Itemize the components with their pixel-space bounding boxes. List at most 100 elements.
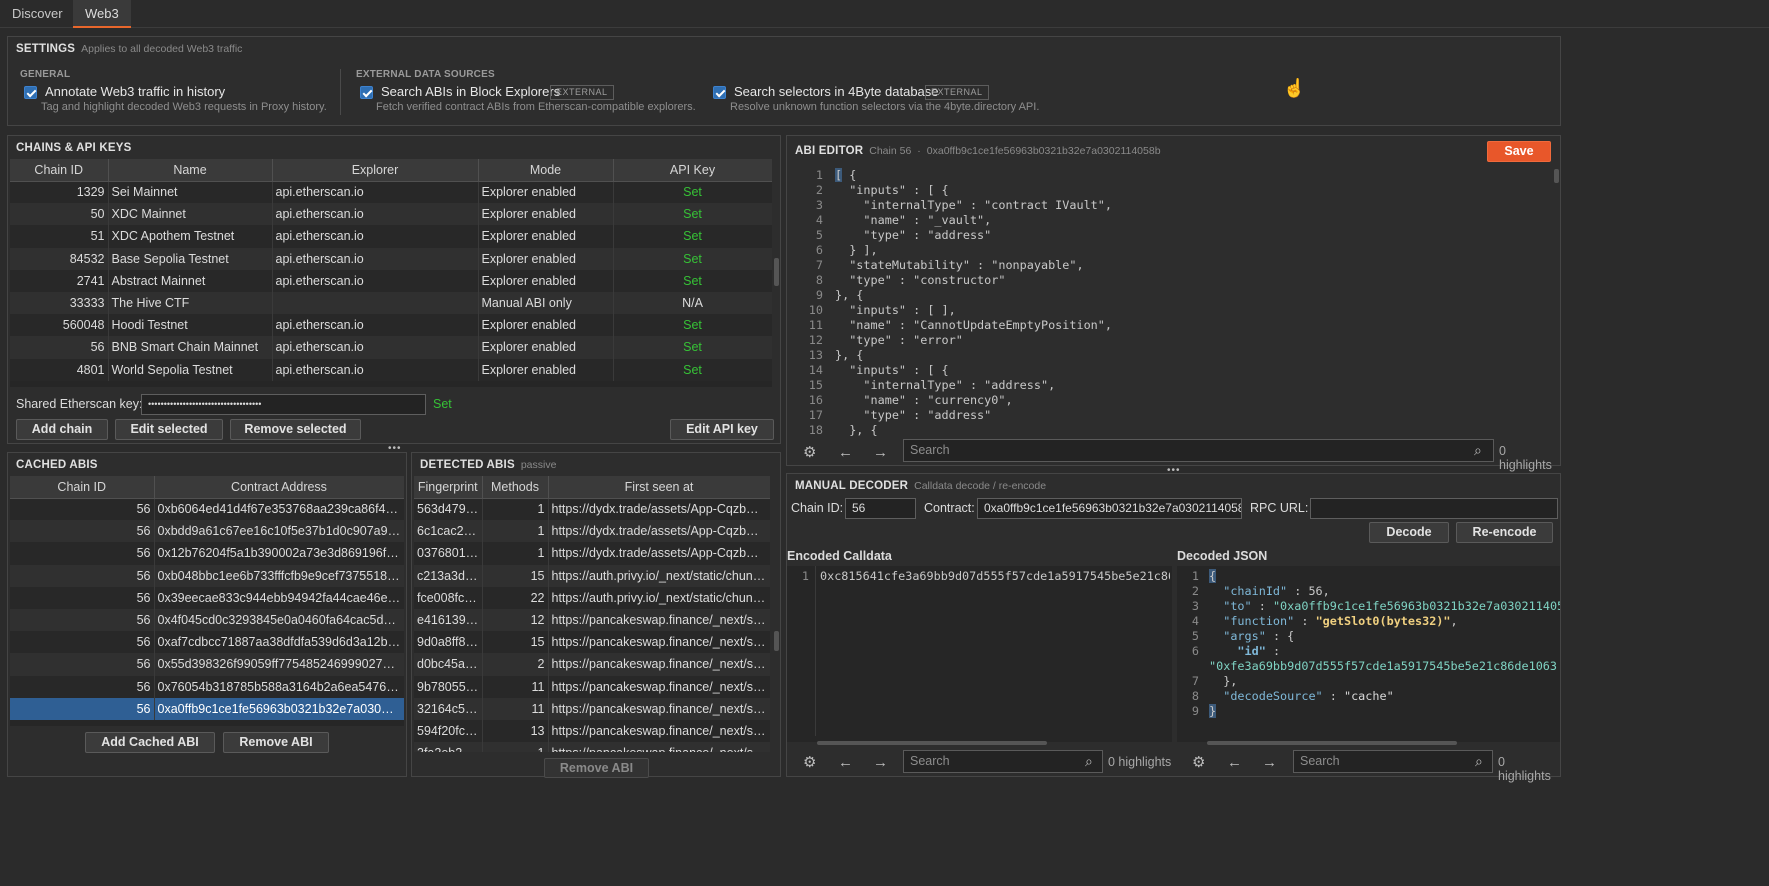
column-header[interactable]: API Key	[613, 159, 772, 182]
table-row[interactable]: 32164c55… 11 https://pancakeswap.finance/_…	[414, 697, 770, 720]
arrow-right-icon[interactable]: →	[873, 755, 888, 770]
arrow-left-icon[interactable]: ←	[838, 445, 853, 460]
gear-icon[interactable]: ⚙	[803, 445, 816, 460]
encoded-highlights-count: 0 highlights	[1108, 755, 1172, 769]
table-row[interactable]: 9b78055e… 11 https://pancakeswap.finance/_…	[414, 675, 770, 698]
cached-table: Chain ID Contract Address 56 0xb6064ed41d4…	[10, 476, 404, 726]
table-row[interactable]: 33333 The Hive CTF Manual ABI only N/A	[10, 291, 772, 315]
abi-code-editor[interactable]: [ { "inputs" : [ { "internalType" : "con…	[835, 168, 1551, 438]
table-row[interactable]: 56 0xbdd9a61c67ee16c10f5e37b1d0c907a9ec95…	[10, 520, 404, 543]
column-header[interactable]: Chain ID	[10, 476, 155, 499]
remove-selected-button[interactable]: Remove selected	[230, 419, 361, 440]
arrow-right-icon[interactable]: →	[873, 445, 888, 460]
gear-icon[interactable]: ⚙	[1192, 755, 1205, 770]
column-header[interactable]: First seen at	[548, 476, 770, 499]
table-row[interactable]: 56 0x4f045cd0c3293845e0a0460fa64cac5d59b4…	[10, 608, 404, 632]
abi-editor-scrollbar[interactable]	[1554, 169, 1559, 183]
table-row[interactable]: 6c1cac21… 1 https://dydx.trade/assets/App-…	[414, 520, 770, 543]
add-chain-button[interactable]: Add chain	[16, 419, 108, 440]
column-header[interactable]: Name	[108, 159, 273, 182]
table-row[interactable]: 594f20fcf… 13 https://pancakeswap.finance/…	[414, 719, 770, 743]
table-row[interactable]: 56 0xb048bbc1ee6b733fffcfb9e9cef7375518e2…	[10, 564, 404, 587]
table-row[interactable]: 56 0x39eecae833c944ebb94942fa44cae46e87a8…	[10, 586, 404, 609]
detected-scrollbar[interactable]	[774, 631, 779, 651]
table-row[interactable]: fce008fcce…22https://auth.privy.io/_next…	[414, 586, 770, 609]
tab-web3[interactable]: Web3	[73, 0, 131, 28]
chain-id-input[interactable]: 56	[845, 498, 916, 519]
4byte-label: Search selectors in 4Byte database	[734, 84, 939, 99]
arrow-right-icon[interactable]: →	[1262, 755, 1277, 770]
save-button[interactable]: Save	[1487, 141, 1551, 162]
chains-scrollbar[interactable]	[774, 258, 779, 286]
table-cell: 56	[10, 697, 155, 720]
decode-button[interactable]: Decode	[1369, 522, 1449, 543]
column-header[interactable]: Methods	[482, 476, 549, 499]
remove-detected-abi-button[interactable]: Remove ABI	[544, 758, 649, 778]
table-cell: N/A	[613, 291, 772, 315]
table-row[interactable]: 56 0xa0ffb9c1ce1fe56963b0321b32e7a0302114…	[10, 697, 404, 720]
arrow-left-icon[interactable]: ←	[1227, 755, 1242, 770]
table-cell: api.etherscan.io	[272, 181, 479, 204]
4byte-desc: Resolve unknown function selectors via t…	[730, 101, 1040, 113]
table-cell: BNB Smart Chain Mainnet	[108, 336, 273, 359]
rpc-url-input[interactable]	[1310, 498, 1558, 519]
table-cell: 0x12b76204f5a1b390002a73e3d869196f0e6e8…	[154, 542, 404, 565]
shared-key-field[interactable]: ••••••••••••••••••••••••••••••••••••	[141, 394, 426, 415]
table-cell: 2741	[10, 269, 109, 292]
table-row[interactable]: 56 0x55d398326f99059ff775485246999027b319…	[10, 653, 404, 676]
table-cell: 11	[482, 697, 549, 720]
explorer-checkbox[interactable]	[360, 86, 373, 99]
annotate-checkbox[interactable]	[24, 86, 37, 99]
table-row[interactable]: 563d4795… 1 https://dydx.trade/assets/App-…	[414, 498, 770, 521]
table-cell: 12	[482, 608, 549, 632]
table-cell	[272, 291, 479, 315]
table-cell: 56	[10, 564, 155, 587]
table-row[interactable]: 2741 Abstract Mainnet api.etherscan.io Expl…	[10, 269, 772, 292]
table-row[interactable]: 50 XDC Mainnet api.etherscan.io Explorer en…	[10, 203, 772, 226]
table-cell: 9b78055e…	[414, 675, 483, 698]
column-header[interactable]: Chain ID	[10, 159, 109, 182]
table-row[interactable]: 3fa2eb23…1https://pancakeswap.finance/_n…	[414, 742, 770, 752]
column-header[interactable]: Fingerprint	[414, 476, 483, 499]
remove-cached-abi-button[interactable]: Remove ABI	[223, 732, 329, 753]
table-row[interactable]: 560x12b76204f5a1b390002a73e3d869196f0e6e…	[10, 542, 404, 565]
abi-editor-address: 0xa0ffb9c1ce1fe56963b0321b32e7a030211405…	[926, 145, 1161, 157]
table-row[interactable]: e4161398… 12 https://pancakeswap.finance/_…	[414, 608, 770, 632]
decoded-search-input[interactable]: Search	[1293, 750, 1493, 773]
add-cached-abi-button[interactable]: Add Cached ABI	[85, 732, 215, 753]
edit-api-key-button[interactable]: Edit API key	[670, 419, 774, 440]
table-row[interactable]: 84532 Base Sepolia Testnet api.etherscan.i…	[10, 247, 772, 270]
table-cell: 1	[482, 520, 549, 543]
encoded-hscrollbar[interactable]	[817, 741, 1047, 745]
table-row[interactable]: 0376801c… 1 https://dydx.trade/assets/App-…	[414, 542, 770, 565]
explorer-external-badge: EXTERNAL	[550, 85, 614, 100]
table-row[interactable]: 56 0xb6064ed41d4f67e353768aa239ca86f4f736…	[10, 498, 404, 521]
contract-input[interactable]: 0xa0ffb9c1ce1fe56963b0321b32e7a030211405…	[977, 498, 1242, 519]
table-row[interactable]: c213a3d1… 15 https://auth.privy.io/_next/s…	[414, 564, 770, 587]
gear-icon[interactable]: ⚙	[803, 755, 816, 770]
decoded-hscrollbar[interactable]	[1207, 741, 1457, 745]
reencode-button[interactable]: Re-encode	[1456, 522, 1553, 543]
column-header[interactable]: Contract Address	[154, 476, 404, 499]
table-cell: 56	[10, 498, 155, 521]
table-cell: 1329	[10, 181, 109, 204]
table-row[interactable]: 56 0xaf7cdbcc71887aa38dfdfa539d6d3a12b0f6…	[10, 631, 404, 654]
encoded-search-input[interactable]: Search	[903, 750, 1103, 773]
column-header[interactable]: Mode	[478, 159, 614, 182]
tab-discover[interactable]: Discover	[0, 0, 75, 28]
column-header[interactable]: Explorer	[272, 159, 479, 182]
table-row[interactable]: 56 BNB Smart Chain Mainnet api.etherscan.i…	[10, 336, 772, 359]
4byte-checkbox[interactable]	[713, 86, 726, 99]
table-row[interactable]: 1329 Sei Mainnet api.etherscan.io Explorer …	[10, 181, 772, 204]
table-row[interactable]: 56 0x76054b318785b588a3164b2a6ea5476f7cba…	[10, 675, 404, 698]
table-row[interactable]: d0bc45ad… 2 https://pancakeswap.finance/_n…	[414, 653, 770, 676]
encoded-calldata-editor[interactable]: 0xc815641cfe3a69bb9d07d555f57cde1a591754…	[820, 569, 1170, 584]
decoded-json-editor[interactable]: { "chainId" : 56, "to" : "0xa0ffb9c1ce1f…	[1209, 569, 1560, 719]
table-row[interactable]: 4801 World Sepolia Testnet api.etherscan.i…	[10, 358, 772, 381]
table-row[interactable]: 9d0a8ff86… 15 https://pancakeswap.finance/…	[414, 631, 770, 654]
arrow-left-icon[interactable]: ←	[838, 755, 853, 770]
table-row[interactable]: 560048 Hoodi Testnet api.etherscan.io Explo…	[10, 314, 772, 337]
edit-selected-button[interactable]: Edit selected	[115, 419, 223, 440]
table-row[interactable]: 51 XDC Apothem Testnet api.etherscan.io Exp…	[10, 225, 772, 248]
abi-search-input[interactable]: Search	[903, 439, 1494, 462]
